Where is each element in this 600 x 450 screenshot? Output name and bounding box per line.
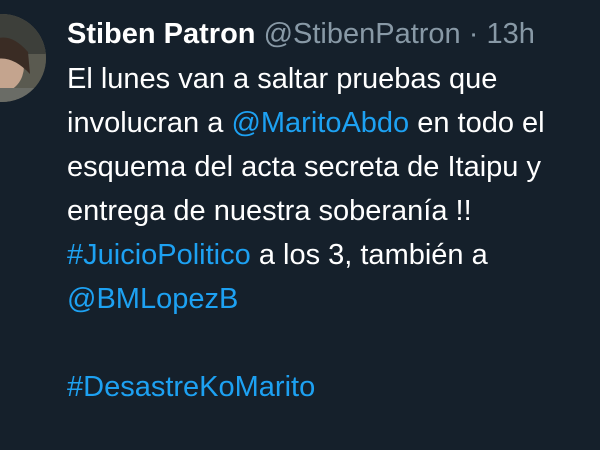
tweet-header: Stiben Patron @StibenPatron · 13h — [67, 14, 535, 54]
tweet-text-segment: esquema del acta secreta de Itaipu y — [67, 151, 541, 183]
tweet-text-segment: a los 3, también a — [250, 239, 488, 271]
tweet-line: El lunes van a saltar pruebas que — [67, 57, 600, 101]
separator-dot: · — [468, 18, 479, 50]
mention-link-bmlopezb[interactable]: @BMLopezB — [67, 283, 238, 315]
hashtag-link-juiciopolitico[interactable]: #JuicioPolitico — [67, 239, 251, 271]
tweet-timestamp[interactable]: 13h — [486, 18, 534, 50]
tweet-text-segment: involucran a — [67, 107, 232, 139]
hashtag-link-desastrekomarito[interactable]: #DesastreKoMarito — [67, 371, 315, 403]
tweet-line: @BMLopezB — [67, 277, 600, 321]
mention-link-maritoabdo[interactable]: @MaritoAbdo — [231, 107, 409, 139]
tweet-line: #JuicioPolitico a los 3, también a — [67, 233, 600, 277]
tweet-text-segment: El lunes van a saltar pruebas que — [67, 63, 498, 95]
tweet-text-segment: entrega de nuestra soberanía !! — [67, 195, 472, 227]
tweet[interactable]: Stiben Patron @StibenPatron · 13h El lun… — [0, 0, 600, 450]
tweet-line: esquema del acta secreta de Itaipu y — [67, 145, 600, 189]
tweet-text: El lunes van a saltar pruebas que involu… — [67, 57, 600, 409]
tweet-line: entrega de nuestra soberanía !! — [67, 189, 600, 233]
tweet-line: involucran a @MaritoAbdo en todo el — [67, 101, 600, 145]
tweet-line: #DesastreKoMarito — [67, 365, 600, 409]
author-handle[interactable]: @StibenPatron — [264, 18, 461, 50]
author-name[interactable]: Stiben Patron — [67, 18, 256, 50]
avatar-photo-icon — [0, 14, 46, 102]
tweet-text-segment: en todo el — [409, 107, 545, 139]
avatar[interactable] — [0, 14, 46, 102]
